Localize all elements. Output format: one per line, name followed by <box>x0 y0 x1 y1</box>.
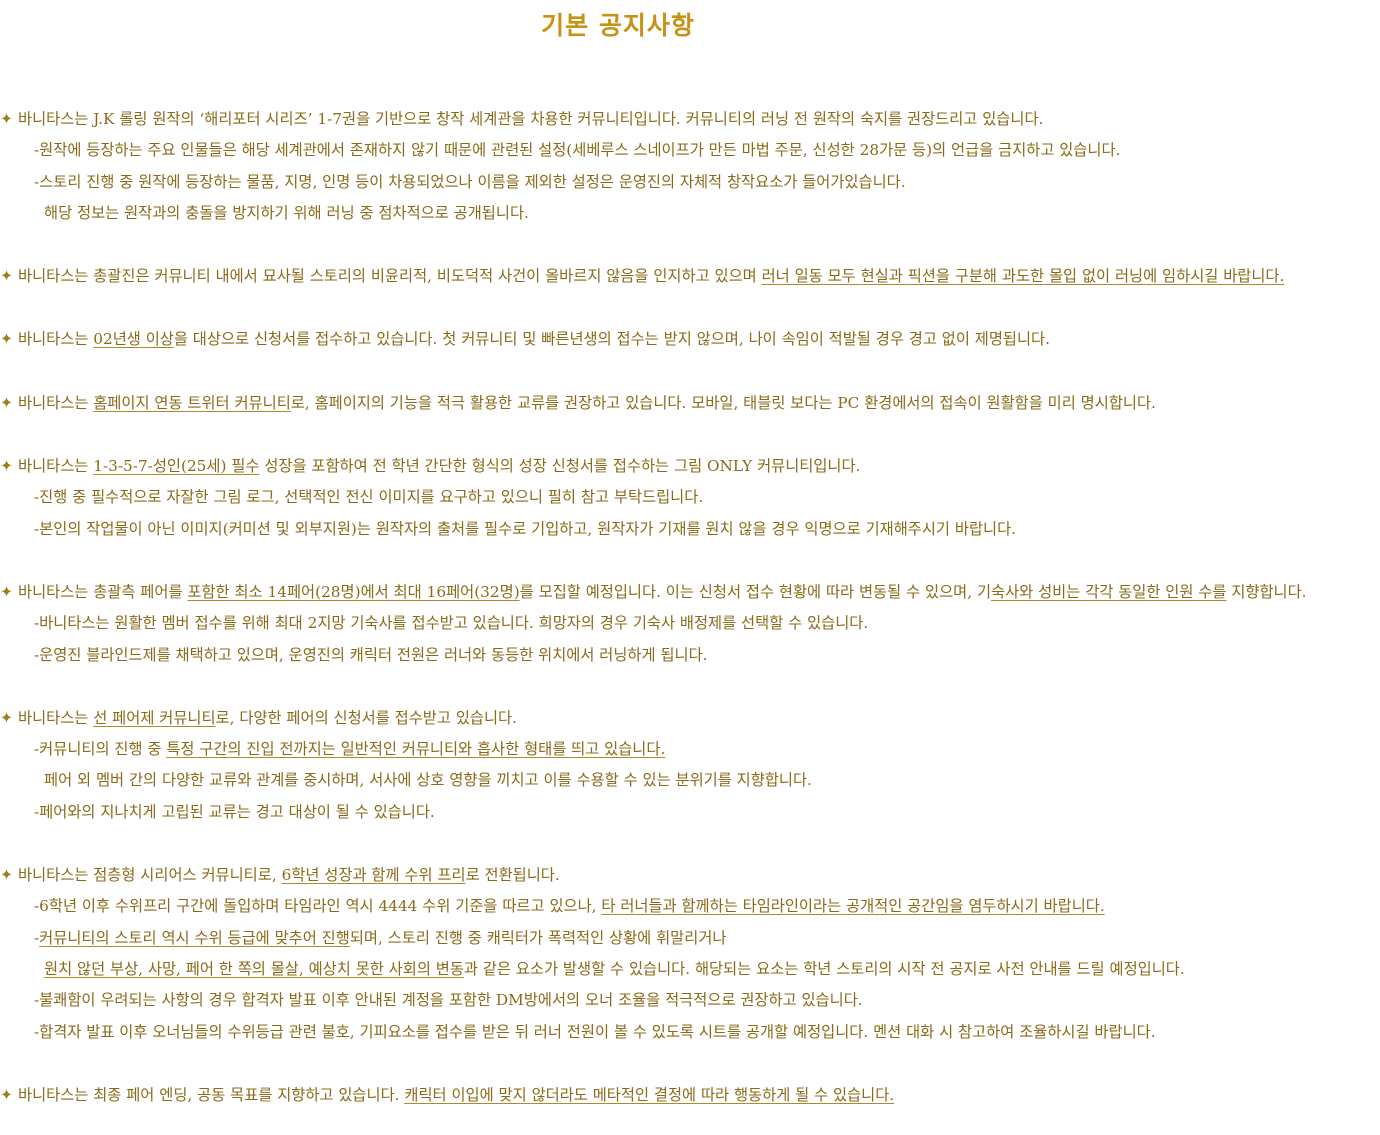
notice-text: -본인의 작업물이 아닌 이미지(커미션 및 외부지원)는 원작자의 출처를 필… <box>34 519 1017 538</box>
notice-item: ✦ 바니타스는 02년생 이상을 대상으로 신청서를 접수하고 있습니다. 첫 커… <box>0 324 1380 355</box>
notice-text: 과 같은 요소가 발생할 수 있습니다. 해당되는 요소는 학년 스토리의 시작… <box>463 959 1185 978</box>
notice-subitem: -스토리 진행 중 원작에 등장하는 물품, 지명, 인명 등이 차용되었으나 … <box>0 167 1380 198</box>
notice-text: 바니타스는 최종 페어 엔딩, 공동 목표를 지향하고 있습니다. <box>18 1085 405 1104</box>
notice-list: ✦ 바니타스는 J.K 롤링 원작의 ‘해리포터 시리즈’ 1-7권을 기반으로 … <box>0 104 1380 1111</box>
notice-text: 바니타스는 총괄진은 커뮤니티 내에서 묘사될 스토리의 비윤리적, 비도덕적 … <box>18 267 762 286</box>
notice-subitem: -합격자 발표 이후 오너님들의 수위등급 관련 불호, 기피요소를 접수를 받… <box>0 1017 1380 1048</box>
star-bullet-icon: ✦ <box>0 330 13 349</box>
emphasis-text: 1-3-5-7-성인(25세) 필수 <box>93 457 260 476</box>
star-bullet-icon: ✦ <box>0 267 13 286</box>
notice-item: ✦ 바니타스는 총괄진은 커뮤니티 내에서 묘사될 스토리의 비윤리적, 비도덕적… <box>0 261 1380 292</box>
notice-subitem: -진행 중 필수적으로 자잘한 그림 로그, 선택적인 전신 이미지를 요구하고… <box>0 482 1380 513</box>
notice-item: ✦ 바니타스는 총괄측 페어를 포함한 최소 14페어(28명)에서 최대 16페… <box>0 577 1380 608</box>
notice-item: ✦ 바니타스는 최종 페어 엔딩, 공동 목표를 지향하고 있습니다. 캐릭터 이… <box>0 1080 1380 1111</box>
notice-text: 되며, 스토리 진행 중 캐릭터가 폭력적인 상황에 휘말리거나 <box>349 928 727 947</box>
notice-item: ✦ 바니타스는 1-3-5-7-성인(25세) 필수 성장을 포함하여 전 학년 … <box>0 451 1380 482</box>
notice-continuation: 원치 않던 부상, 사망, 페어 한 쪽의 몰살, 예상치 못한 사회의 변동과… <box>0 954 1380 985</box>
emphasis-text: 원치 않던 부상, 사망, 페어 한 쪽의 몰살, 예상치 못한 사회의 변동 <box>44 959 464 978</box>
notice-text: 페어 외 멤버 간의 다양한 교류와 관계를 중시하며, 서사에 상호 영향을 … <box>44 771 812 790</box>
notice-text: -바니타스는 원활한 멤버 접수를 위해 최대 2지망 기숙사를 접수받고 있습… <box>34 614 869 633</box>
star-bullet-icon: ✦ <box>0 708 13 727</box>
notice-text: -운영진 블라인드제를 채택하고 있으며, 운영진의 캐릭터 전원은 러너와 동… <box>34 645 708 664</box>
notice-subitem: -불쾌함이 우려되는 사항의 경우 합격자 발표 이후 안내된 계정을 포함한 … <box>0 985 1380 1016</box>
notice-text: 성장을 포함하여 전 학년 간단한 형식의 성장 신청서를 접수하는 그림 ON… <box>259 457 861 476</box>
notice-subitem: -바니타스는 원활한 멤버 접수를 위해 최대 2지망 기숙사를 접수받고 있습… <box>0 608 1380 639</box>
emphasis-text: 캐릭터 이입에 맞지 않더라도 메타적인 결정 <box>404 1085 683 1104</box>
notice-subitem: -커뮤니티의 스토리 역시 수위 등급에 맞추어 진행되며, 스토리 진행 중 … <box>0 923 1380 954</box>
notice-continuation: 페어 외 멤버 간의 다양한 교류와 관계를 중시하며, 서사에 상호 영향을 … <box>0 765 1380 796</box>
emphasis-text: 홈페이지 연동 트위터 커뮤니티 <box>93 393 291 412</box>
notice-subitem: -6학년 이후 수위프리 구간에 돌입하며 타임라인 역시 4444 수위 기준… <box>0 891 1380 922</box>
notice-text: 해당 정보는 원작과의 충돌을 방지하기 위해 러닝 중 점차적으로 공개됩니다… <box>44 203 529 222</box>
page-title: 기본 공지사항 <box>541 11 695 40</box>
emphasis-text: 커뮤니티의 스토리 역시 수위 등급에 맞추어 진행 <box>39 928 350 947</box>
notice-item: ✦ 바니타스는 선 페어제 커뮤니티로, 다양한 페어의 신청서를 접수받고 있습… <box>0 703 1380 734</box>
notice-text: -스토리 진행 중 원작에 등장하는 물품, 지명, 인명 등이 차용되었으나 … <box>34 172 906 191</box>
notice-subitem: -본인의 작업물이 아닌 이미지(커미션 및 외부지원)는 원작자의 출처를 필… <box>0 514 1380 545</box>
emphasis-text: 선 페어제 커뮤니티 <box>93 708 216 727</box>
notice-text: 지향합니다. <box>1226 582 1307 601</box>
notice-text: 로 전환됩니다. <box>465 866 560 885</box>
emphasis-text: 포함한 최소 14페어(28명)에서 최대 16페어(32명) <box>187 582 520 601</box>
notice-text: -진행 중 필수적으로 자잘한 그림 로그, 선택적인 전신 이미지를 요구하고… <box>34 488 704 507</box>
emphasis-text: 러너 일동 모두 현실과 픽션을 구분해 과도한 몰입 없이 러닝에 임하시길 … <box>761 267 1285 286</box>
notice-text: 바니타스는 <box>18 457 94 476</box>
star-bullet-icon: ✦ <box>0 866 13 885</box>
notice-continuation: 해당 정보는 원작과의 충돌을 방지하기 위해 러닝 중 점차적으로 공개됩니다… <box>0 198 1380 229</box>
notice-text: 을 대상으로 신청서를 접수하고 있습니다. 첫 커뮤니티 및 빠른년생의 접수… <box>173 330 1050 349</box>
star-bullet-icon: ✦ <box>0 1085 13 1104</box>
emphasis-text: 숙사와 성비는 각각 동일한 인원 수를 <box>991 582 1227 601</box>
notice-text: 바니타스는 <box>18 330 94 349</box>
notice-text: -합격자 발표 이후 오너님들의 수위등급 관련 불호, 기피요소를 접수를 받… <box>34 1022 1156 1041</box>
notice-subitem: -운영진 블라인드제를 채택하고 있으며, 운영진의 캐릭터 전원은 러너와 동… <box>0 640 1380 671</box>
emphasis-text: 6학년 성장과 함께 수위 프리 <box>281 866 466 885</box>
notice-subitem: -페어와의 지나치게 고립된 교류는 경고 대상이 될 수 있습니다. <box>0 797 1380 828</box>
star-bullet-icon: ✦ <box>0 393 13 412</box>
notice-subitem: -원작에 등장하는 주요 인물들은 해당 세계관에서 존재하지 않기 때문에 관… <box>0 135 1380 166</box>
notice-text: 바니타스는 점층형 시리어스 커뮤니티로, <box>18 866 282 885</box>
notice-text: 바니타스는 J.K 롤링 원작의 ‘해리포터 시리즈’ 1-7권을 기반으로 창… <box>18 110 1044 128</box>
notice-text: 로, 다양한 페어의 신청서를 접수받고 있습니다. <box>215 708 517 727</box>
notice-item: ✦ 바니타스는 점층형 시리어스 커뮤니티로, 6학년 성장과 함께 수위 프리로… <box>0 860 1380 891</box>
notice-text: -커뮤니티의 진행 중 <box>34 740 167 759</box>
notice-text: 바니타스는 <box>18 708 94 727</box>
emphasis-text: 특정 구간의 진입 전까지는 일반적인 커뮤니티와 흡사한 형태를 띄고 있습니… <box>166 740 666 759</box>
emphasis-text: 02년생 이상 <box>93 330 174 349</box>
emphasis-text: 에 따라 행동하게 될 수 있습니다. <box>682 1085 895 1104</box>
star-bullet-icon: ✦ <box>0 582 13 601</box>
notice-text: 바니타스는 <box>18 393 94 412</box>
notice-item: ✦ 바니타스는 J.K 롤링 원작의 ‘해리포터 시리즈’ 1-7권을 기반으로 … <box>0 104 1380 135</box>
notice-subitem: -커뮤니티의 진행 중 특정 구간의 진입 전까지는 일반적인 커뮤니티와 흡사… <box>0 734 1380 765</box>
notice-text: 를 모집할 예정입니다. 이는 신청서 접수 현황에 따라 변동될 수 있으며,… <box>519 582 992 601</box>
notice-text: 바니타스는 총괄측 페어를 <box>18 582 188 601</box>
notice-text: -페어와의 지나치게 고립된 교류는 경고 대상이 될 수 있습니다. <box>34 802 435 821</box>
notice-text: -원작에 등장하는 주요 인물들은 해당 세계관에서 존재하지 않기 때문에 관… <box>34 141 1121 160</box>
notice-text: 로, 홈페이지의 기능을 적극 활용한 교류를 권장하고 있습니다. 모바일, … <box>290 393 1156 412</box>
notice-text: -6학년 이후 수위프리 구간에 돌입하며 타임라인 역시 4444 수위 기준… <box>34 897 602 916</box>
emphasis-text: 타 러너들과 함께하는 타임라인이라는 공개적인 공간임을 염두하시기 바랍니다… <box>601 897 1105 916</box>
notice-item: ✦ 바니타스는 홈페이지 연동 트위터 커뮤니티로, 홈페이지의 기능을 적극 활… <box>0 388 1380 419</box>
star-bullet-icon: ✦ <box>0 457 13 476</box>
notice-text: -불쾌함이 우려되는 사항의 경우 합격자 발표 이후 안내된 계정을 포함한 … <box>34 991 863 1010</box>
star-bullet-icon: ✦ <box>0 110 13 128</box>
